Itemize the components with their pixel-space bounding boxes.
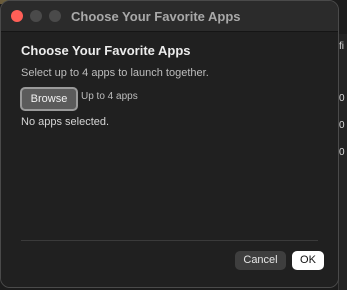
ok-button[interactable]: OK: [292, 251, 324, 270]
minimize-window-button[interactable]: [30, 10, 42, 22]
background-snippet: 0: [339, 147, 345, 158]
background-app-edge: [338, 34, 347, 290]
zoom-window-button[interactable]: [49, 10, 61, 22]
footer-divider: [21, 240, 318, 241]
close-window-button[interactable]: [11, 10, 23, 22]
dialog-heading: Choose Your Favorite Apps: [21, 43, 191, 58]
browse-button[interactable]: Browse: [20, 87, 78, 111]
cancel-button[interactable]: Cancel: [235, 251, 286, 270]
background-snippet: 0: [339, 120, 345, 131]
limit-label: Up to 4 apps: [81, 91, 138, 102]
dialog-content: Choose Your Favorite Apps Select up to 4…: [1, 32, 338, 287]
title-bar: Choose Your Favorite Apps: [1, 1, 338, 32]
dialog-description: Select up to 4 apps to launch together.: [21, 67, 209, 79]
background-snippet: 0: [339, 93, 345, 104]
selection-status: No apps selected.: [21, 116, 110, 128]
window-title: Choose Your Favorite Apps: [71, 9, 241, 24]
background-snippet: fi: [339, 41, 344, 52]
dialog-window: Choose Your Favorite Apps Choose Your Fa…: [0, 0, 339, 288]
